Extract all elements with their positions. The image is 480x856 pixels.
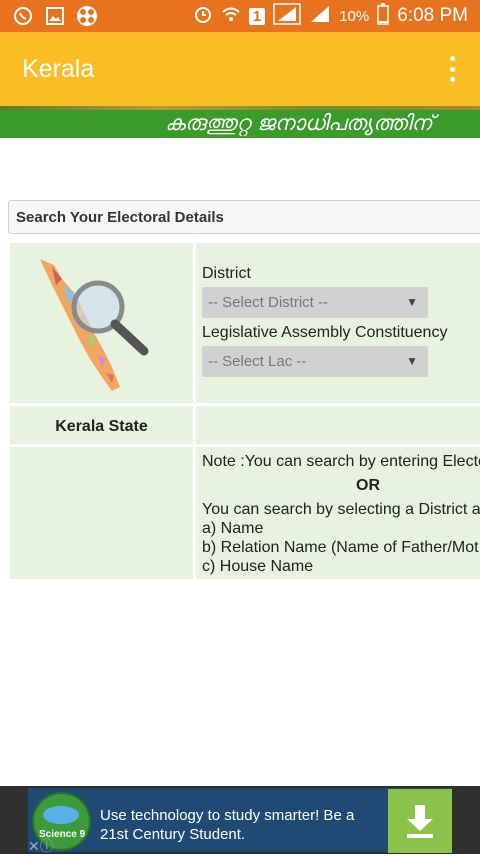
sim-icon: 1 — [248, 7, 266, 25]
banner-text: കരുത്തുറ്റ ജനാധിപത്യത്തിന് — [165, 111, 433, 135]
overflow-menu-icon[interactable] — [446, 56, 458, 82]
app-title: Kerala — [22, 54, 95, 83]
gallery-icon — [44, 5, 66, 27]
map-caption: Kerala State — [55, 418, 148, 435]
note-text-2: You can search by selecting a District a — [202, 501, 480, 518]
alarm-icon — [193, 4, 213, 29]
notes-cell: Note :You can search by entering Electo … — [196, 447, 480, 579]
wifi-icon — [221, 4, 241, 29]
whatsapp-icon — [12, 5, 34, 27]
kerala-map-icon — [32, 255, 162, 400]
map-cell — [10, 243, 193, 403]
clock: 6:08 PM — [397, 5, 468, 26]
district-select-value: -- Select District -- — [208, 294, 328, 311]
battery-percent: 10% — [339, 7, 370, 25]
lac-select-value: -- Select Lac -- — [208, 353, 307, 370]
battery-icon — [377, 2, 389, 30]
ad-text: Use technology to study smarter! Be a 21… — [100, 806, 380, 844]
lac-select[interactable]: -- Select Lac -- ▼ — [202, 346, 428, 377]
search-heading: Search Your Electoral Details — [16, 209, 224, 226]
slogan-banner: കരുത്തുറ്റ ജനാധിപത്യത്തിന് — [0, 110, 480, 138]
signal-icon — [273, 2, 301, 30]
app-icon — [76, 5, 98, 27]
note-item-a: a) Name — [202, 520, 264, 537]
search-section-header: Search Your Electoral Details — [8, 200, 480, 234]
note-text: Note :You can search by entering Electo — [202, 453, 480, 470]
ad-line-1: Use technology to study smarter! Be a — [100, 807, 355, 824]
download-icon — [407, 805, 433, 838]
district-select[interactable]: -- Select District -- ▼ — [202, 287, 428, 318]
lac-label: Legislative Assembly Constituency — [202, 324, 448, 341]
signal-icon-2 — [309, 4, 331, 29]
chevron-down-icon: ▼ — [406, 295, 418, 309]
note-item-c: c) House Name — [202, 558, 314, 575]
or-text: OR — [356, 477, 380, 494]
download-button[interactable] — [388, 789, 452, 853]
form-cell: District -- Select District -- ▼ Legisla… — [196, 243, 480, 403]
app-bar: Kerala — [0, 32, 480, 106]
caption-cell: Kerala State — [10, 406, 193, 444]
ad-close-icon[interactable]: ✕ⓘ — [28, 836, 54, 856]
note-item-b: b) Relation Name (Name of Father/Mot — [202, 539, 479, 556]
district-label: District — [202, 265, 251, 282]
fish-icon — [43, 806, 79, 824]
ad-line-2: 21st Century Student. — [100, 826, 246, 843]
chevron-down-icon: ▼ — [406, 354, 418, 368]
empty-cell — [10, 447, 193, 579]
status-bar: 1 10% 6:08 PM — [0, 0, 480, 32]
empty-cell — [196, 406, 480, 444]
